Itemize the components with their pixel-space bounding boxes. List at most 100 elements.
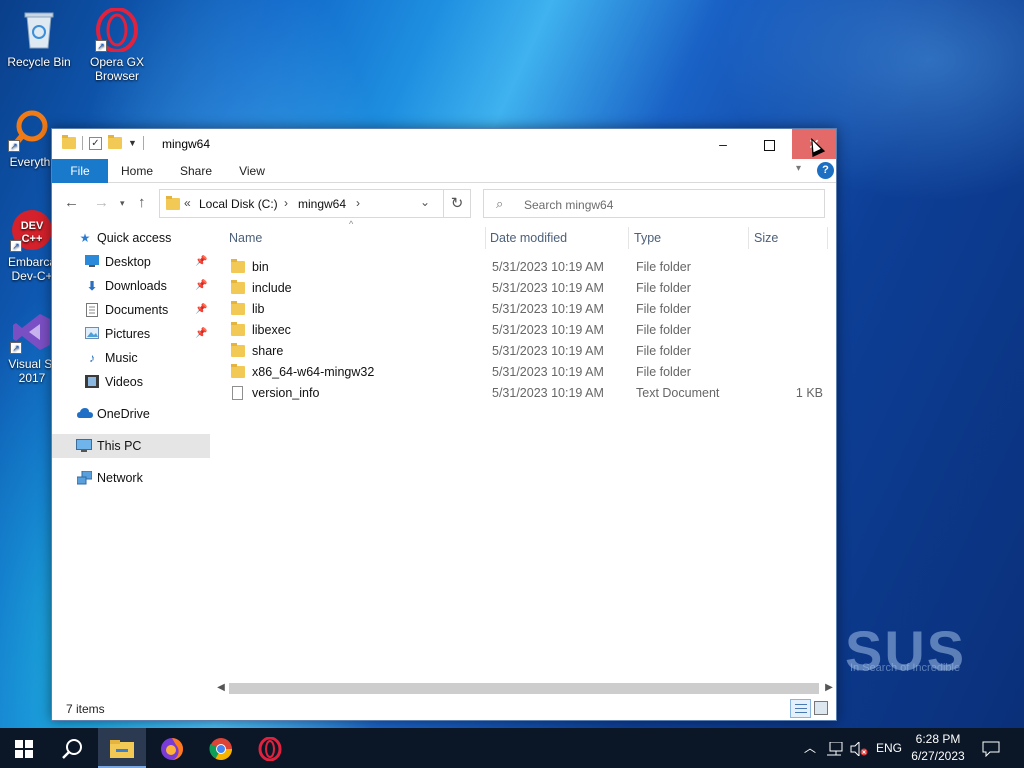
- scroll-right-icon[interactable]: ▶: [822, 681, 836, 695]
- breadcrumb-local-disk[interactable]: Local Disk (C:): [199, 197, 278, 211]
- breadcrumb-separator[interactable]: ›: [284, 196, 288, 210]
- pin-icon: 📌: [195, 328, 208, 339]
- desktop-icon-opera-gx[interactable]: ↗ Opera GX Browser: [79, 7, 155, 83]
- column-divider[interactable]: [485, 227, 486, 249]
- wallpaper-brand-tagline: In Search of Incredible: [850, 662, 961, 674]
- sidebar-item-videos[interactable]: Videos: [52, 370, 210, 394]
- desktop-icon-label: Recycle Bin: [7, 55, 71, 69]
- sidebar-item-label: Desktop: [105, 255, 151, 269]
- sidebar-item-quick-access[interactable]: ★ Quick access: [52, 226, 210, 250]
- new-folder-icon[interactable]: [108, 135, 122, 149]
- column-divider[interactable]: [628, 227, 629, 249]
- input-language[interactable]: ENG: [876, 728, 902, 768]
- volume-muted-icon[interactable]: [850, 728, 868, 768]
- file-type: File folder: [636, 302, 691, 316]
- chrome-icon[interactable]: [197, 728, 245, 768]
- system-clock[interactable]: 6:28 PM 6/27/2023: [904, 731, 972, 765]
- desktop-icon-recycle-bin[interactable]: Recycle Bin: [1, 8, 77, 69]
- column-divider[interactable]: [748, 227, 749, 249]
- horizontal-scrollbar[interactable]: ◀ ▶: [212, 681, 836, 695]
- network-icon[interactable]: [827, 728, 843, 768]
- file-row-version-info[interactable]: version_info 5/31/2023 10:19 AM Text Doc…: [223, 383, 833, 404]
- text-document-icon: [232, 386, 243, 400]
- file-row-bin[interactable]: bin 5/31/2023 10:19 AM File folder: [223, 257, 833, 278]
- refresh-icon[interactable]: ↻: [443, 189, 471, 218]
- start-icon[interactable]: [0, 728, 48, 768]
- large-icons-view-icon[interactable]: [814, 701, 828, 715]
- folder-icon: [231, 259, 245, 273]
- file-date: 5/31/2023 10:19 AM: [492, 260, 604, 274]
- desktop-icon-label: Opera GX Browser: [89, 55, 145, 83]
- pin-icon: 📌: [195, 280, 208, 291]
- taskbar: ︿ ENG 6:28 PM 6/27/2023: [0, 728, 1024, 768]
- download-icon: ⬇: [86, 279, 98, 293]
- firefox-icon[interactable]: [148, 728, 196, 768]
- file-explorer-icon[interactable]: [98, 728, 146, 768]
- address-bar[interactable]: « Local Disk (C:) › mingw64 › ⌄: [159, 189, 471, 218]
- breadcrumb-mingw64[interactable]: mingw64: [298, 197, 346, 211]
- sidebar-item-desktop[interactable]: Desktop 📌: [52, 250, 210, 274]
- help-icon[interactable]: ?: [817, 162, 834, 179]
- maximize-button[interactable]: [746, 129, 792, 159]
- address-dropdown-icon[interactable]: ⌄: [420, 195, 430, 209]
- sidebar-item-music[interactable]: ♪ Music: [52, 346, 210, 370]
- recent-locations-icon[interactable]: ▾: [120, 198, 125, 209]
- column-header-type[interactable]: Type: [634, 223, 661, 253]
- sidebar-item-onedrive[interactable]: OneDrive: [52, 402, 210, 426]
- notifications-icon[interactable]: [982, 728, 1000, 768]
- file-date: 5/31/2023 10:19 AM: [492, 323, 604, 337]
- column-divider[interactable]: [827, 227, 828, 249]
- search-box[interactable]: ⌕ Search mingw64: [483, 189, 825, 218]
- up-arrow-icon[interactable]: ↑: [138, 194, 146, 211]
- sidebar-item-label: Quick access: [97, 231, 172, 245]
- items-count: 7 items: [66, 702, 105, 716]
- cloud-icon: [77, 407, 93, 421]
- file-row-include[interactable]: include 5/31/2023 10:19 AM File folder: [223, 278, 833, 299]
- file-row-x86-64-w64-mingw32[interactable]: x86_64-w64-mingw32 5/31/2023 10:19 AM Fi…: [223, 362, 833, 383]
- scroll-left-icon[interactable]: ◀: [214, 681, 228, 695]
- svg-text:DEV: DEV: [21, 220, 44, 232]
- tab-share[interactable]: Share: [170, 159, 222, 183]
- maximize-icon: [763, 139, 775, 151]
- file-type: Text Document: [636, 386, 720, 400]
- properties-icon[interactable]: ✓: [89, 136, 102, 150]
- file-row-libexec[interactable]: libexec 5/31/2023 10:19 AM File folder: [223, 320, 833, 341]
- shortcut-arrow-icon: ↗: [95, 40, 107, 52]
- details-view-icon[interactable]: [790, 699, 811, 718]
- title-bar[interactable]: ✓ ▼ mingw64 – ✕: [52, 129, 836, 159]
- sidebar-item-network[interactable]: Network: [52, 466, 210, 490]
- separator: [82, 136, 83, 150]
- breadcrumb-separator[interactable]: ›: [356, 196, 360, 210]
- tab-file[interactable]: File: [52, 159, 108, 183]
- file-type: File folder: [636, 344, 691, 358]
- file-name: version_info: [252, 386, 320, 400]
- desktop-icon: [85, 255, 99, 269]
- folder-icon: [231, 343, 245, 357]
- opera-icon[interactable]: [246, 728, 294, 768]
- folder-icon: [231, 280, 245, 294]
- scrollbar-thumb[interactable]: [229, 683, 819, 694]
- search-icon[interactable]: [48, 728, 96, 768]
- sidebar-item-documents[interactable]: Documents 📌: [52, 298, 210, 322]
- customize-toolbar-icon[interactable]: ▼: [128, 138, 137, 148]
- sidebar-item-this-pc[interactable]: This PC: [52, 434, 210, 458]
- sidebar-item-downloads[interactable]: ⬇ Downloads 📌: [52, 274, 210, 298]
- column-header-name[interactable]: Name: [229, 223, 262, 253]
- forward-arrow-icon[interactable]: →: [94, 194, 109, 211]
- file-date: 5/31/2023 10:19 AM: [492, 281, 604, 295]
- search-input[interactable]: Search mingw64: [524, 198, 613, 212]
- address-overflow[interactable]: «: [184, 196, 191, 210]
- column-header-size[interactable]: Size: [754, 223, 778, 253]
- expand-ribbon-icon[interactable]: ▾: [796, 163, 801, 174]
- file-row-lib[interactable]: lib 5/31/2023 10:19 AM File folder: [223, 299, 833, 320]
- file-name: x86_64-w64-mingw32: [252, 365, 375, 379]
- back-arrow-icon[interactable]: ←: [64, 194, 79, 211]
- minimize-button[interactable]: –: [700, 129, 746, 159]
- file-row-share[interactable]: share 5/31/2023 10:19 AM File folder: [223, 341, 833, 362]
- show-hidden-icons-icon[interactable]: ︿: [804, 728, 816, 768]
- tab-home[interactable]: Home: [112, 159, 162, 183]
- music-icon: ♪: [89, 351, 95, 365]
- tab-view[interactable]: View: [228, 159, 276, 183]
- column-header-date-modified[interactable]: Date modified: [490, 223, 567, 253]
- sidebar-item-pictures[interactable]: Pictures 📌: [52, 322, 210, 346]
